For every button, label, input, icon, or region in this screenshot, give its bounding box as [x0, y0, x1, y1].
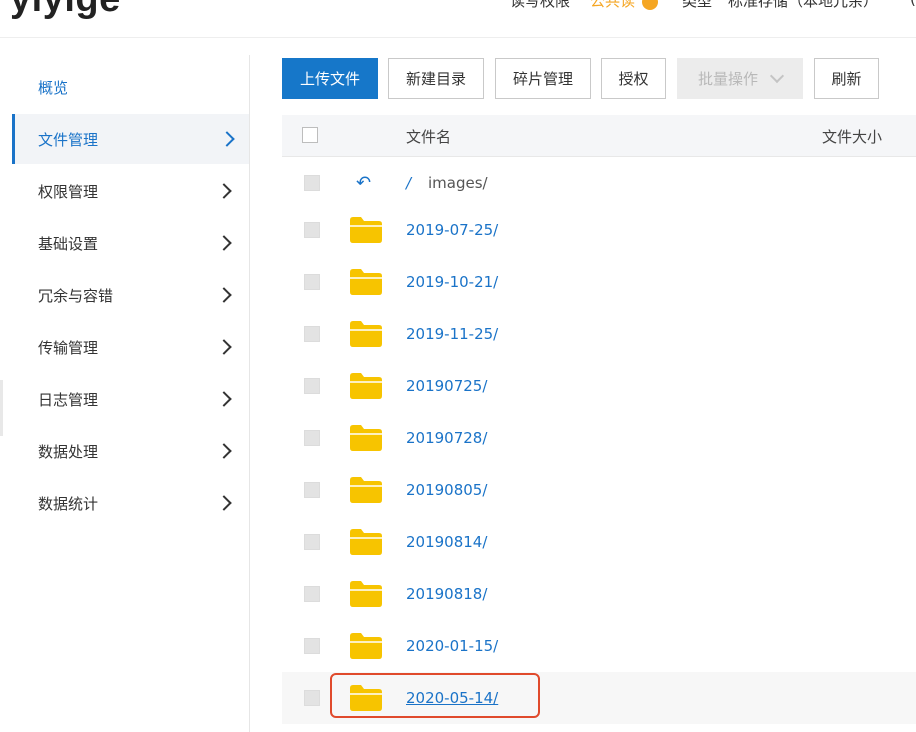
sidebar-item-transfer[interactable]: 传输管理 [12, 322, 249, 372]
row-checkbox[interactable] [304, 430, 320, 446]
header-divider [0, 37, 916, 38]
fragment-management-button[interactable]: 碎片管理 [495, 58, 591, 99]
table-row: 20190728/ [282, 412, 916, 464]
table-row: 20190814/ [282, 516, 916, 568]
row-checkbox[interactable] [304, 482, 320, 498]
table-row: 2019-10-21/ [282, 256, 916, 308]
edge-marker [0, 380, 3, 436]
sidebar-item-label: 冗余与容错 [38, 286, 114, 305]
table-header: 文件名 文件大小 [282, 115, 916, 157]
path-separator[interactable]: / [406, 174, 411, 192]
sidebar-item-statistics[interactable]: 数据统计 [12, 478, 249, 528]
permission-label: 读写权限 [510, 0, 571, 10]
sidebar-item-redundancy[interactable]: 冗余与容错 [12, 270, 249, 320]
sidebar-item-file-management[interactable]: 文件管理 [12, 114, 249, 164]
sidebar-item-label: 传输管理 [38, 338, 99, 357]
folder-icon [350, 685, 382, 711]
folder-icon [350, 529, 382, 555]
table-row: 2019-11-25/ [282, 308, 916, 360]
column-header-filename: 文件名 [406, 128, 452, 146]
folder-link[interactable]: 2019-07-25/ [406, 221, 498, 239]
folder-icon [350, 477, 382, 503]
chevron-right-icon [216, 495, 232, 511]
folder-link[interactable]: 2020-01-15/ [406, 637, 498, 655]
chevron-right-icon [216, 443, 232, 459]
back-arrow-icon[interactable]: ↶ [356, 173, 371, 194]
bucket-name: yiyige [10, 0, 121, 21]
sidebar-item-permissions[interactable]: 权限管理 [12, 166, 249, 216]
chevron-right-icon [216, 339, 232, 355]
sidebar-item-data-processing[interactable]: 数据处理 [12, 426, 249, 476]
sidebar-item-label: 概览 [38, 78, 69, 97]
chevron-right-icon [216, 183, 232, 199]
chevron-right-icon [216, 235, 232, 251]
folder-icon [350, 373, 382, 399]
upload-file-button[interactable]: 上传文件 [282, 58, 378, 99]
chevron-down-icon [769, 68, 785, 84]
permission-value: 公共读 [590, 0, 636, 10]
column-header-filesize: 文件大小 [822, 128, 883, 146]
header-overflow-text: ( [910, 0, 916, 8]
table-row: 2019-07-25/ [282, 204, 916, 256]
type-value: 标准存储（本地冗余） [728, 0, 879, 10]
row-checkbox[interactable] [304, 222, 320, 238]
chevron-right-icon [219, 131, 235, 147]
sidebar-item-label: 基础设置 [38, 234, 99, 253]
folder-icon [350, 217, 382, 243]
folder-link[interactable]: 2020-05-14/ [406, 689, 498, 707]
info-icon[interactable] [642, 0, 658, 10]
sidebar-item-label: 权限管理 [38, 182, 99, 201]
folder-link[interactable]: 20190728/ [406, 429, 487, 447]
folder-link[interactable]: 20190818/ [406, 585, 487, 603]
sidebar-item-logs[interactable]: 日志管理 [12, 374, 249, 424]
sidebar-item-label: 日志管理 [38, 390, 99, 409]
folder-icon [350, 425, 382, 451]
sidebar-item-label: 数据统计 [38, 494, 99, 513]
refresh-button[interactable]: 刷新 [814, 58, 879, 99]
current-path: images/ [428, 174, 488, 192]
authorize-button[interactable]: 授权 [601, 58, 666, 99]
folder-link[interactable]: 20190814/ [406, 533, 487, 551]
chevron-right-icon [216, 287, 232, 303]
sidebar-item-label: 数据处理 [38, 442, 99, 461]
row-checkbox[interactable] [304, 175, 320, 191]
type-label: 类型 [682, 0, 713, 10]
chevron-right-icon [216, 391, 232, 407]
new-directory-button[interactable]: 新建目录 [388, 58, 484, 99]
sidebar-item-overview[interactable]: 概览 [12, 62, 249, 112]
sidebar-item-basic-settings[interactable]: 基础设置 [12, 218, 249, 268]
top-header: yiyige 读写权限 公共读 类型 标准存储（本地冗余） ( [0, 0, 916, 40]
row-checkbox[interactable] [304, 586, 320, 602]
folder-icon [350, 633, 382, 659]
table-row: 20190805/ [282, 464, 916, 516]
row-checkbox[interactable] [304, 534, 320, 550]
sidebar-divider [249, 55, 250, 732]
table-row: 20190725/ [282, 360, 916, 412]
select-all-checkbox[interactable] [302, 127, 318, 143]
folder-icon [350, 581, 382, 607]
batch-operation-dropdown[interactable]: 批量操作 [677, 58, 803, 99]
row-checkbox[interactable] [304, 690, 320, 706]
folder-link[interactable]: 2019-11-25/ [406, 325, 498, 343]
folder-icon [350, 269, 382, 295]
folder-link[interactable]: 20190725/ [406, 377, 487, 395]
row-checkbox[interactable] [304, 274, 320, 290]
row-checkbox[interactable] [304, 638, 320, 654]
folder-link[interactable]: 2019-10-21/ [406, 273, 498, 291]
table-row: 2020-01-15/ [282, 620, 916, 672]
table-row-hovered: 2020-05-14/ [282, 672, 916, 724]
row-checkbox[interactable] [304, 326, 320, 342]
parent-directory-row: ↶ / images/ [282, 157, 916, 209]
folder-icon [350, 321, 382, 347]
folder-link[interactable]: 20190805/ [406, 481, 487, 499]
table-row: 20190818/ [282, 568, 916, 620]
sidebar-item-label: 文件管理 [38, 130, 99, 149]
batch-operation-label: 批量操作 [697, 70, 758, 88]
row-checkbox[interactable] [304, 378, 320, 394]
